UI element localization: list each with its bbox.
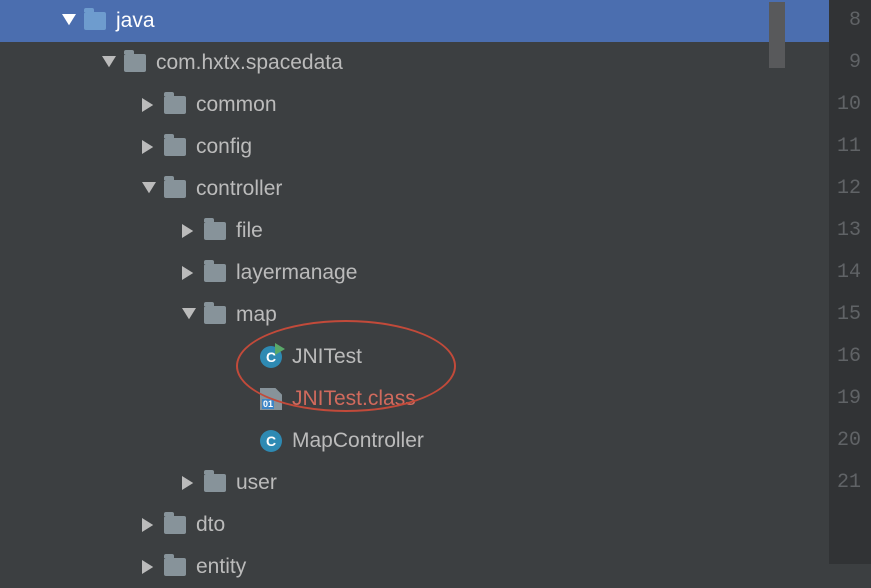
collapse-arrow-icon[interactable]: [180, 474, 198, 492]
binary-file-icon: 01: [260, 388, 282, 410]
collapse-arrow-icon[interactable]: [140, 558, 158, 576]
line-gutter: 8 9 10 11 12 13 14 15 16 19 20 21: [829, 0, 871, 564]
line-number: 10: [829, 84, 861, 126]
expand-arrow-icon[interactable]: [60, 12, 78, 30]
expand-arrow-icon[interactable]: [180, 306, 198, 324]
tree-node-entity[interactable]: entity: [0, 546, 829, 588]
tree-label: map: [236, 303, 277, 327]
tree-node-mapcontroller[interactable]: C MapController: [0, 420, 829, 462]
line-number: 14: [829, 252, 861, 294]
tree-label: entity: [196, 555, 246, 579]
tree-node-jnitest[interactable]: C JNITest: [0, 336, 829, 378]
tree-label: controller: [196, 177, 282, 201]
collapse-arrow-icon[interactable]: [140, 516, 158, 534]
collapse-arrow-icon[interactable]: [140, 96, 158, 114]
line-number: 21: [829, 462, 861, 504]
folder-icon: [164, 558, 186, 576]
folder-icon: [164, 96, 186, 114]
class-runnable-icon: C: [260, 346, 282, 368]
folder-icon: [204, 222, 226, 240]
tree-node-config[interactable]: config: [0, 126, 829, 168]
tree-label: JNITest: [292, 345, 362, 369]
tree-node-jnitest-class[interactable]: 01 JNITest.class: [0, 378, 829, 420]
collapse-arrow-icon[interactable]: [140, 138, 158, 156]
tree-label: file: [236, 219, 263, 243]
line-number: 12: [829, 168, 861, 210]
tree-node-java[interactable]: java: [0, 0, 829, 42]
expand-arrow-icon[interactable]: [100, 54, 118, 72]
line-number: 11: [829, 126, 861, 168]
expand-arrow-icon[interactable]: [140, 180, 158, 198]
tree-node-layermanage[interactable]: layermanage: [0, 252, 829, 294]
line-number: 20: [829, 420, 861, 462]
collapse-arrow-icon[interactable]: [180, 264, 198, 282]
tree-label: com.hxtx.spacedata: [156, 51, 343, 75]
line-number: 16: [829, 336, 861, 378]
line-number: 15: [829, 294, 861, 336]
tree-label: java: [116, 9, 155, 33]
folder-icon: [204, 306, 226, 324]
tree-label: user: [236, 471, 277, 495]
project-tree[interactable]: java com.hxtx.spacedata common config co…: [0, 0, 829, 564]
line-number: 9: [829, 42, 861, 84]
tree-node-map[interactable]: map: [0, 294, 829, 336]
folder-icon: [84, 12, 106, 30]
tree-node-controller[interactable]: controller: [0, 168, 829, 210]
folder-icon: [164, 516, 186, 534]
class-icon: C: [260, 430, 282, 452]
run-mark-icon: [275, 343, 285, 355]
folder-icon: [124, 54, 146, 72]
tree-label: JNITest.class: [292, 387, 416, 411]
tree-node-file[interactable]: file: [0, 210, 829, 252]
tree-node-user[interactable]: user: [0, 462, 829, 504]
folder-icon: [164, 138, 186, 156]
tree-node-package[interactable]: com.hxtx.spacedata: [0, 42, 829, 84]
line-number: 8: [829, 0, 861, 42]
tree-label: config: [196, 135, 252, 159]
line-number: 13: [829, 210, 861, 252]
folder-icon: [204, 474, 226, 492]
tree-node-common[interactable]: common: [0, 84, 829, 126]
tree-label: common: [196, 93, 277, 117]
scrollbar-thumb[interactable]: [769, 2, 785, 68]
collapse-arrow-icon[interactable]: [180, 222, 198, 240]
line-number: 19: [829, 378, 861, 420]
tree-label: MapController: [292, 429, 424, 453]
folder-icon: [204, 264, 226, 282]
tree-label: layermanage: [236, 261, 357, 285]
folder-icon: [164, 180, 186, 198]
tree-label: dto: [196, 513, 225, 537]
tree-node-dto[interactable]: dto: [0, 504, 829, 546]
